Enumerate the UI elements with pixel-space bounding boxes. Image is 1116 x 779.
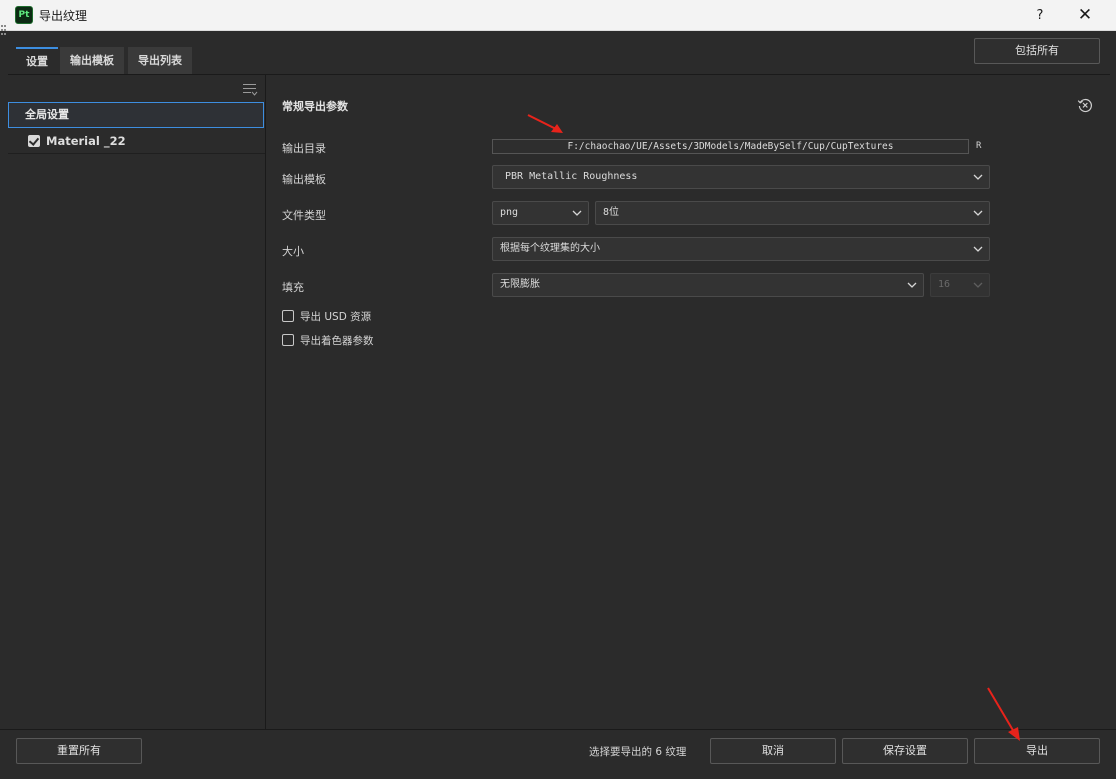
window-title: 导出纹理 [39, 9, 88, 23]
settings-panel: 常规导出参数 输出目录 F:/chaochao/UE/Assets/3DMode… [266, 74, 1110, 729]
size-select[interactable]: 根据每个纹理集的大小 [492, 237, 990, 261]
export-usd-checkbox[interactable] [282, 310, 294, 322]
chevron-down-icon [572, 210, 582, 216]
save-settings-button[interactable]: 保存设置 [842, 738, 968, 764]
reset-all-button[interactable]: 重置所有 [16, 738, 142, 764]
close-button[interactable]: ✕ [1062, 0, 1108, 31]
resize-grip-icon [0, 24, 7, 38]
chevron-down-icon [973, 282, 983, 288]
padding-label: 填充 [282, 281, 304, 294]
export-shader-checkbox[interactable] [282, 334, 294, 346]
template-select[interactable]: PBR Metallic Roughness [492, 165, 990, 189]
section-title: 常规导出参数 [282, 100, 348, 113]
annotation-arrow-icon [987, 687, 1020, 741]
chevron-down-icon [973, 246, 983, 252]
padding-value: 无限膨胀 [500, 279, 540, 290]
padding-amount-select: 16 [930, 273, 990, 297]
help-button[interactable]: ? [1017, 0, 1063, 31]
material-checkbox[interactable] [28, 135, 40, 147]
export-textures-dialog: Pt 导出纹理 ? ✕ 设置 输出模板 导出列表 包括所有 全局设置 Mater… [0, 0, 1116, 779]
material-label: Material _22 [46, 134, 126, 148]
texture-set-sidebar: 全局设置 Material _22 [8, 74, 266, 729]
bit-depth-value: 8位 [603, 207, 620, 218]
file-type-label: 文件类型 [282, 209, 326, 222]
app-logo-icon: Pt [15, 6, 33, 24]
file-type-select[interactable]: png [492, 201, 589, 225]
include-all-button[interactable]: 包括所有 [974, 38, 1100, 64]
sidebar-item-global-settings[interactable]: 全局设置 [8, 102, 264, 128]
padding-amount-value: 16 [938, 279, 951, 290]
tab-settings[interactable]: 设置 [16, 47, 58, 74]
chevron-down-icon [907, 282, 917, 288]
file-type-value: png [500, 207, 519, 218]
export-shader-label: 导出着色器参数 [300, 335, 374, 347]
export-status-text: 选择要导出的 6 纹理 [589, 746, 687, 758]
footer-bar: 重置所有 选择要导出的 6 纹理 取消 保存设置 导出 [0, 729, 1116, 779]
annotation-arrow-icon [527, 114, 563, 133]
chevron-down-icon [973, 210, 983, 216]
bit-depth-select[interactable]: 8位 [595, 201, 990, 225]
title-bar: Pt 导出纹理 ? ✕ [0, 0, 1116, 31]
output-dir-label: 输出目录 [282, 142, 326, 155]
tab-output-templates[interactable]: 输出模板 [60, 47, 124, 74]
padding-select[interactable]: 无限膨胀 [492, 273, 924, 297]
template-value: PBR Metallic Roughness [505, 171, 638, 182]
tab-export-list[interactable]: 导出列表 [128, 47, 192, 74]
chevron-down-icon [973, 174, 983, 180]
export-usd-label: 导出 USD 资源 [300, 311, 372, 323]
cancel-button[interactable]: 取消 [710, 738, 836, 764]
sidebar-item-material[interactable]: Material _22 [8, 128, 265, 154]
reset-defaults-icon[interactable] [1077, 97, 1093, 113]
list-options-icon[interactable] [243, 83, 258, 97]
size-label: 大小 [282, 245, 304, 258]
output-dir-field[interactable]: F:/chaochao/UE/Assets/3DModels/MadeBySel… [492, 139, 969, 154]
output-dir-suffix: R [976, 141, 982, 151]
template-label: 输出模板 [282, 173, 326, 186]
size-value: 根据每个纹理集的大小 [500, 243, 600, 254]
